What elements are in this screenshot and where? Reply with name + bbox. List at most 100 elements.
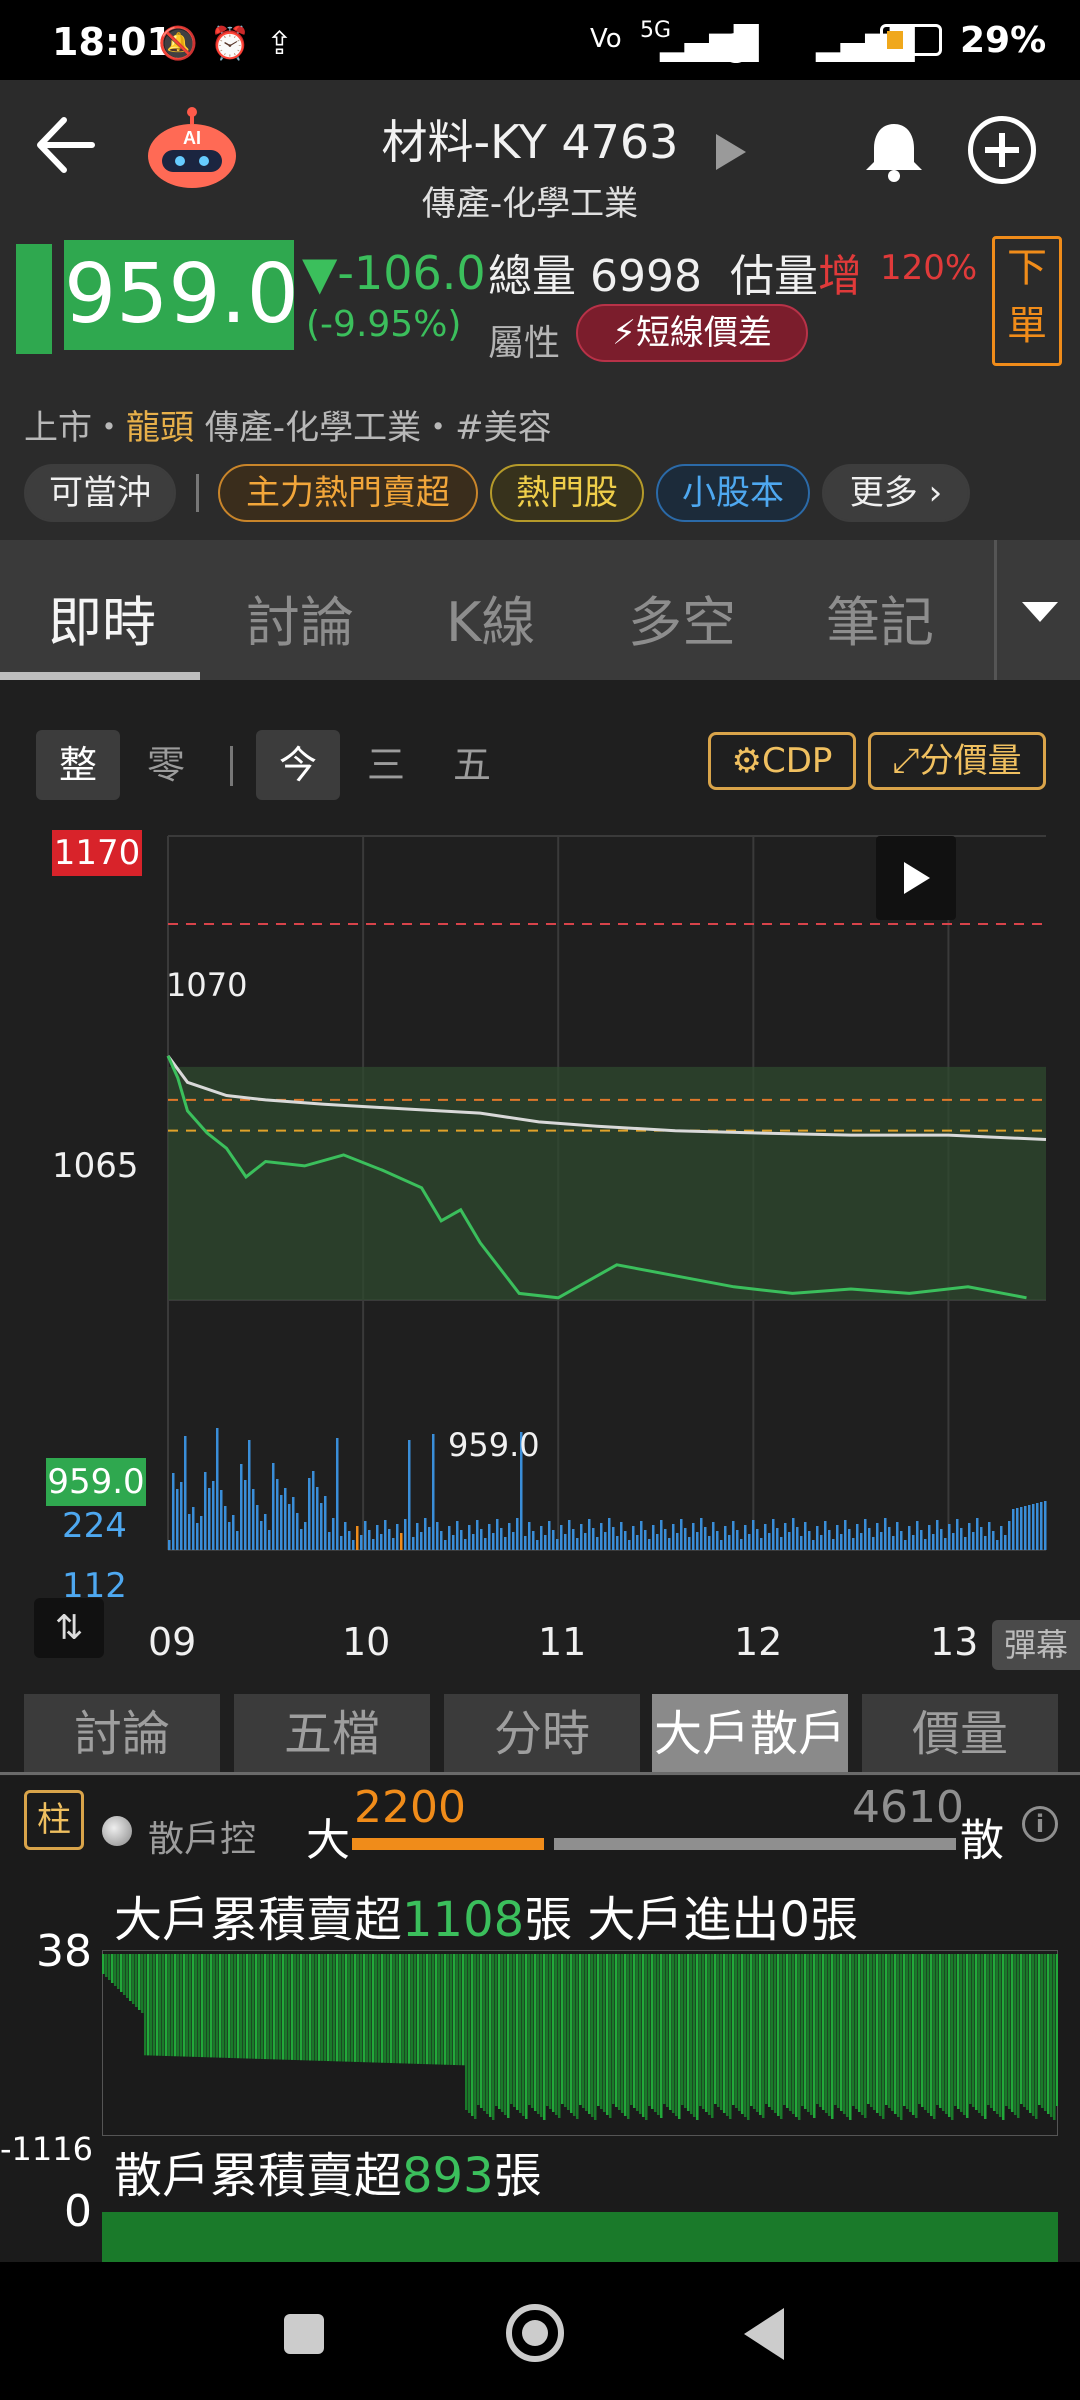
cdp-button[interactable]: ⚙CDP bbox=[708, 732, 856, 790]
big-holder-bar-col bbox=[102, 1954, 105, 1974]
volume-bar bbox=[260, 1521, 263, 1550]
play-icon[interactable] bbox=[876, 836, 956, 920]
tag-more[interactable]: 更多 › bbox=[822, 464, 970, 522]
order-button[interactable]: 下單 bbox=[992, 236, 1062, 366]
big-holder-bar-col bbox=[999, 1954, 1002, 2117]
volume-bar bbox=[952, 1533, 955, 1550]
subtab-time-sales[interactable]: 分時 bbox=[444, 1694, 640, 1774]
big-holder-bar-col bbox=[477, 1954, 480, 2105]
big-holder-bar-col bbox=[345, 1954, 348, 2062]
volume-bar bbox=[396, 1524, 399, 1550]
big-holder-chart bbox=[102, 1950, 1058, 2136]
big-holder-bar-col bbox=[972, 1954, 975, 2107]
price-indicator-bar bbox=[16, 244, 52, 354]
big-holder-bar-col bbox=[936, 1954, 939, 2105]
chevron-down-icon[interactable] bbox=[1022, 602, 1058, 622]
tag-hot-stock[interactable]: 熱門股 bbox=[490, 464, 644, 522]
short-term-badge[interactable]: ⚡短線價差 bbox=[576, 304, 808, 362]
volume-bar bbox=[548, 1521, 551, 1550]
volume-bar bbox=[660, 1520, 663, 1550]
big-holder-bar-col bbox=[696, 1954, 699, 2120]
volume-bar bbox=[728, 1535, 731, 1550]
add-watchlist-icon[interactable] bbox=[968, 116, 1036, 184]
tab-notes[interactable]: 筆記 bbox=[826, 578, 934, 657]
segment-three-day[interactable]: 三 bbox=[344, 730, 428, 800]
subtab-big-small-holders[interactable]: 大戶散戶 bbox=[652, 1694, 848, 1774]
tag-small-cap[interactable]: 小股本 bbox=[656, 464, 810, 522]
segment-odd-lot[interactable]: 零 bbox=[124, 730, 208, 800]
big-holder-bar-col bbox=[1011, 1954, 1014, 2112]
nav-back-icon[interactable] bbox=[744, 2308, 784, 2360]
tab-bull-bear[interactable]: 多空 bbox=[628, 578, 736, 657]
big-holder-bar-col bbox=[378, 1954, 381, 2063]
volume-bar bbox=[304, 1522, 307, 1550]
volume-bar bbox=[384, 1520, 387, 1550]
segment-five-day[interactable]: 五 bbox=[430, 730, 514, 800]
big-holder-bar-col bbox=[741, 1954, 744, 2114]
tag-day-trade[interactable]: 可當沖 bbox=[24, 464, 176, 522]
next-stock-icon[interactable] bbox=[716, 134, 746, 170]
big-holder-bar-col bbox=[849, 1954, 852, 2120]
breadcrumb: 上市・龍頭 傳產-化學工業・#美容 bbox=[24, 400, 552, 449]
big-holder-bar-col bbox=[558, 1954, 561, 2118]
tag-main-force[interactable]: 主力熱門賣超 bbox=[218, 464, 478, 522]
pillar-toggle-button[interactable]: 柱 bbox=[24, 1790, 84, 1850]
price-volume-button[interactable]: ⤢分價量 bbox=[868, 732, 1046, 790]
volume-bar bbox=[632, 1526, 635, 1550]
subtab-five-levels[interactable]: 五檔 bbox=[234, 1694, 430, 1774]
subtab-discussion[interactable]: 討論 bbox=[24, 1694, 220, 1774]
big-holder-bar-col bbox=[954, 1954, 957, 2106]
segment-today[interactable]: 今 bbox=[256, 730, 340, 800]
big-holder-bar-col bbox=[117, 1954, 120, 1989]
volume-bar bbox=[828, 1530, 831, 1550]
subtab-price-volume[interactable]: 價量 bbox=[862, 1694, 1058, 1774]
price-chart[interactable]: 1070 959.0 bbox=[0, 820, 1080, 1620]
volume-bar bbox=[964, 1537, 967, 1550]
volume-bar bbox=[756, 1529, 759, 1550]
tab-realtime[interactable]: 即時 bbox=[48, 578, 156, 657]
back-arrow-icon[interactable] bbox=[30, 110, 100, 180]
volume-bar bbox=[788, 1532, 791, 1550]
volume-bar bbox=[800, 1536, 803, 1550]
bullet-comments-button[interactable]: 彈幕 bbox=[992, 1620, 1080, 1670]
big-holder-bar-col bbox=[660, 1954, 663, 2118]
tab-discussion[interactable]: 討論 bbox=[246, 578, 354, 657]
volume-bar bbox=[300, 1529, 303, 1550]
volume-bar bbox=[944, 1538, 947, 1550]
tab-kline[interactable]: K線 bbox=[446, 578, 535, 657]
swap-icon[interactable]: ⇅ bbox=[34, 1598, 104, 1658]
big-holder-bar-col bbox=[951, 1954, 954, 2120]
big-holder-bar-col bbox=[390, 1954, 393, 2064]
home-icon[interactable] bbox=[506, 2304, 564, 2362]
breadcrumb-lead: 龍頭 bbox=[126, 408, 194, 448]
volume-bar bbox=[280, 1495, 283, 1550]
volume-bar bbox=[372, 1539, 375, 1550]
ai-robot-icon[interactable]: AI bbox=[142, 106, 242, 192]
short-term-badge-label: 短線價差 bbox=[635, 313, 772, 353]
big-holder-bar-col bbox=[1005, 1954, 1008, 2106]
volume-bar bbox=[232, 1515, 235, 1550]
volume-bar bbox=[500, 1528, 503, 1550]
big-holder-bar-col bbox=[1035, 1954, 1038, 2119]
big-holder-bar-col bbox=[993, 1954, 996, 2111]
volume-bar bbox=[544, 1535, 547, 1550]
bell-icon[interactable] bbox=[862, 118, 926, 184]
big-holder-headline: 大戶累積賣超1108張 大戶進出0張 bbox=[114, 1880, 858, 1950]
recents-icon[interactable] bbox=[284, 2314, 324, 2354]
volume-bar bbox=[760, 1538, 763, 1550]
volume-bar bbox=[504, 1537, 507, 1550]
info-icon[interactable]: i bbox=[1022, 1806, 1058, 1842]
segment-whole-lot[interactable]: 整 bbox=[36, 730, 120, 800]
big-holder-bars bbox=[102, 1954, 1058, 2120]
volume-bar bbox=[720, 1540, 723, 1550]
volume-bar bbox=[348, 1531, 351, 1550]
retail-control-radio[interactable] bbox=[102, 1816, 132, 1846]
status-bar: 18:01 🔕 ⏰ ⇪ Vo 5G ▂▄▆█ Ⓡ ▂▄▆█ 29% bbox=[0, 0, 1080, 80]
big-holder-bar-col bbox=[654, 1954, 657, 2112]
volume-bar bbox=[316, 1487, 319, 1550]
big-holder-bar-col bbox=[546, 1954, 549, 2106]
big-holder-bar-col bbox=[531, 1954, 534, 2108]
big-holder-bar-col bbox=[153, 1954, 156, 2056]
big-holder-bar-col bbox=[933, 1954, 936, 2119]
big-holder-bar-col bbox=[795, 1954, 798, 2117]
